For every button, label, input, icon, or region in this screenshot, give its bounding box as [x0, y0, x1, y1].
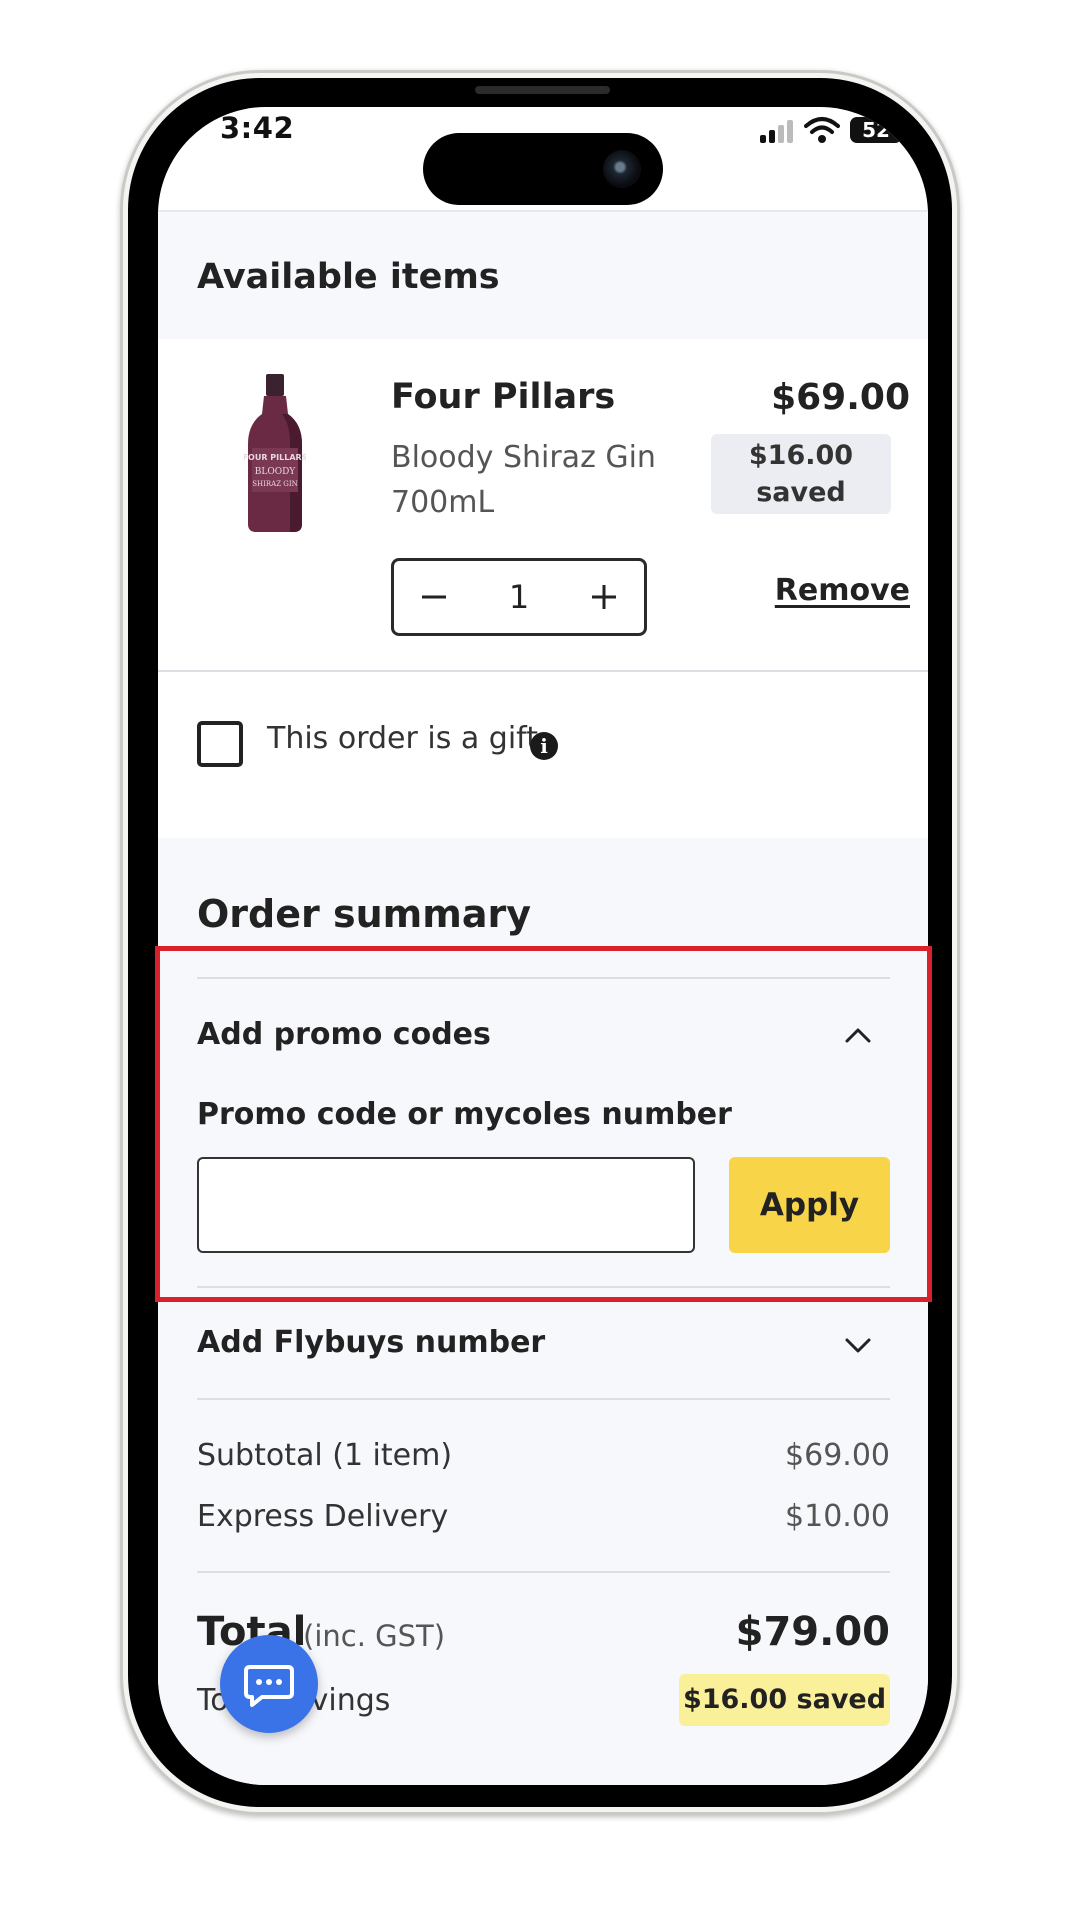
section-divider: [158, 670, 928, 672]
product-saved-badge: $16.00 saved: [711, 434, 891, 514]
available-items-heading: Available items: [197, 257, 500, 297]
total-value: $79.00: [735, 1609, 890, 1655]
minus-icon: [422, 595, 446, 599]
quantity-value: 1: [508, 578, 530, 616]
subtotal-value: $69.00: [785, 1438, 890, 1473]
product-name-line1: Bloody Shiraz Gin: [391, 440, 656, 475]
signal-icon: [760, 119, 796, 143]
total-gst-note: (inc. GST): [303, 1619, 446, 1653]
product-name: Bloody Shiraz Gin 700mL: [391, 435, 656, 525]
info-icon[interactable]: i: [530, 732, 558, 760]
product-brand: Four Pillars: [391, 377, 616, 417]
delivery-label: Express Delivery: [197, 1499, 449, 1534]
wifi-icon: [804, 117, 840, 143]
increase-quantity-button[interactable]: [569, 561, 639, 633]
gin-bottle-image: FOUR PILLARS BLOODY SHIRAZ GIN: [244, 374, 306, 532]
flybuys-title: Add Flybuys number: [197, 1325, 546, 1360]
chat-button[interactable]: [220, 1635, 318, 1733]
summary-divider: [197, 1571, 890, 1573]
product-size: 700mL: [391, 485, 495, 520]
chevron-down-icon[interactable]: [842, 1329, 874, 1361]
gift-label: This order is a gift: [267, 721, 538, 756]
summary-divider: [197, 1398, 890, 1400]
saved-amount: $16.00: [748, 440, 854, 471]
status-time: 3:42: [220, 111, 295, 145]
order-summary-heading: Order summary: [197, 892, 532, 936]
remove-item-link[interactable]: Remove: [758, 573, 910, 608]
subtotal-label: Subtotal (1 item): [197, 1438, 453, 1473]
svg-text:FOUR PILLARS: FOUR PILLARS: [244, 453, 306, 462]
svg-text:SHIRAZ GIN: SHIRAZ GIN: [252, 480, 298, 488]
phone-speaker: [475, 86, 610, 94]
promo-highlight-box: [155, 946, 932, 1302]
product-price: $69.00: [771, 377, 910, 418]
quantity-stepper[interactable]: 1: [391, 558, 647, 636]
gift-checkbox[interactable]: [197, 721, 243, 767]
delivery-value: $10.00: [785, 1499, 890, 1534]
saved-label: saved: [756, 477, 846, 508]
front-camera: [603, 150, 641, 188]
chat-icon: [244, 1665, 294, 1707]
total-savings-badge: $16.00 saved: [679, 1674, 890, 1726]
plus-icon: [592, 585, 616, 609]
svg-text:BLOODY: BLOODY: [255, 467, 297, 477]
decrease-quantity-button[interactable]: [399, 561, 469, 633]
battery-indicator: 52: [850, 117, 902, 143]
